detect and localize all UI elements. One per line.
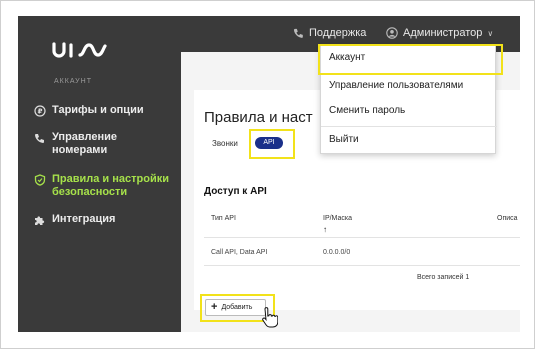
divider [204,237,520,238]
screenshot-frame: АККАУНТ ₽ Тарифы и опции Управление номе… [0,0,535,349]
coin-icon: ₽ [34,105,46,117]
page-title: Правила и наст [204,109,313,126]
support-link[interactable]: Поддержка [293,27,366,39]
shield-icon [34,174,46,186]
section-title: Доступ к API [204,186,267,197]
support-label: Поддержка [309,27,367,39]
puzzle-icon [35,216,45,225]
sidebar-item-label: Управление номерами [52,131,118,156]
sidebar-item-integration[interactable]: Интеграция [34,213,115,226]
phone-icon [293,28,303,38]
menu-item-manage-users[interactable]: Управление пользователями [329,80,463,91]
phone-settings-icon [35,134,44,143]
cell-api-type: Call API, Data API [211,249,268,256]
hand-cursor-icon [262,307,278,328]
divider [204,265,520,266]
sidebar-item-label: Интеграция [52,213,116,225]
tab-calls[interactable]: Звонки [212,139,238,148]
highlight-api-tab [249,129,295,159]
col-header-description: Описа [497,215,518,222]
sidebar-item-label: Правила и настройки безопасности [52,173,169,198]
col-header-type: Тип API [211,215,236,222]
sidebar-item-label: Тарифы и опции [52,104,144,116]
admin-label: Администратор [403,27,483,39]
total-records: Всего записей 1 [417,274,470,281]
sort-arrow-icon[interactable]: ↑ [323,225,327,234]
svg-text:₽: ₽ [38,108,43,116]
sidebar-item-numbers[interactable]: Управление номерами [34,131,152,157]
highlight-account [318,44,503,75]
sidebar: АККАУНТ ₽ Тарифы и опции Управление номе… [18,16,181,332]
sidebar-section-label: АККАУНТ [54,78,92,85]
menu-item-logout[interactable]: Выйти [329,134,359,145]
col-header-ip[interactable]: IP/Маска [323,215,352,222]
sidebar-item-security[interactable]: Правила и настройки безопасности [34,173,172,199]
cell-ip: 0.0.0.0/0 [323,249,351,256]
uis-logo [52,42,107,58]
admin-menu-toggle[interactable]: Администратор ∨ [386,27,493,39]
divider [321,126,497,127]
menu-item-change-password[interactable]: Сменить пароль [329,105,405,116]
sidebar-item-tariffs[interactable]: ₽ Тарифы и опции [34,104,144,117]
chevron-down-icon: ∨ [487,28,494,38]
user-icon [386,27,398,39]
